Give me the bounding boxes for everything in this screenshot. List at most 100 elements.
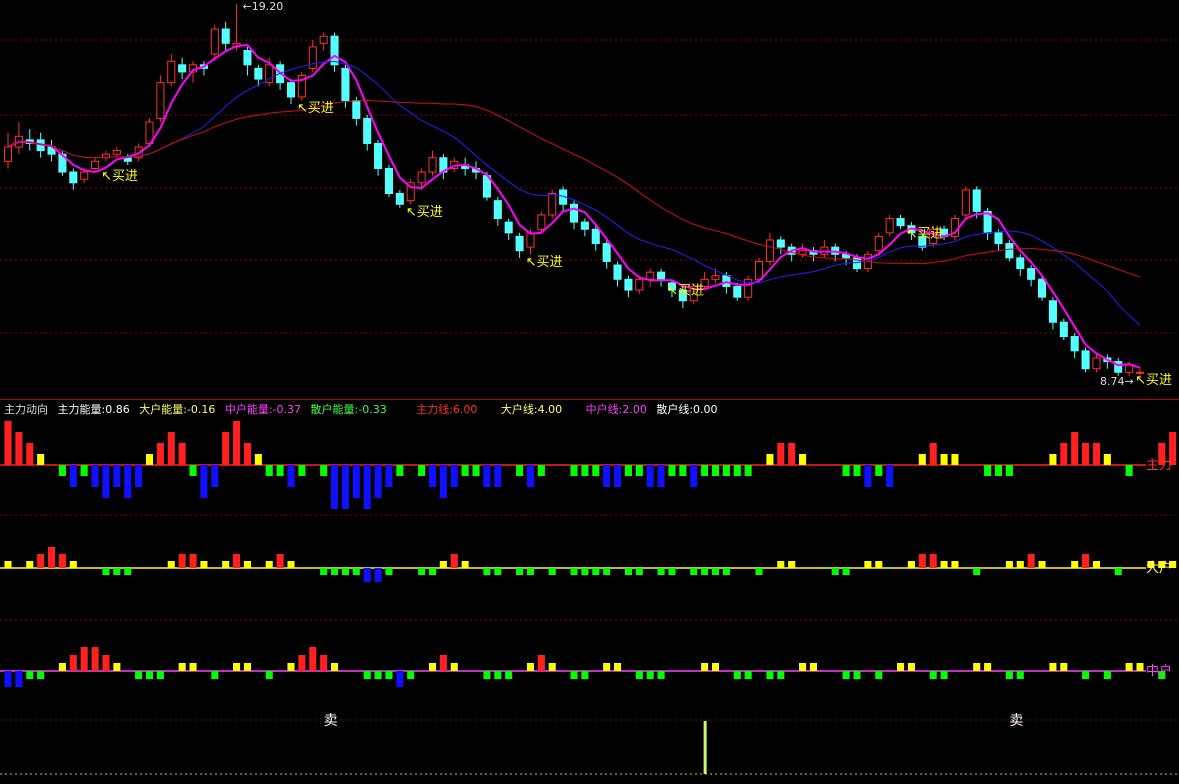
zh-bar	[374, 671, 382, 679]
candle-down	[1059, 321, 1068, 338]
candle-up	[91, 160, 100, 169]
candle-down	[1070, 336, 1079, 352]
zh-bar	[407, 671, 415, 679]
zl-bar	[1060, 443, 1068, 465]
zh-bar	[69, 655, 77, 671]
dh-bar	[113, 568, 121, 575]
zl-bar	[929, 443, 937, 465]
zl-bar	[91, 465, 99, 487]
candle-up	[646, 271, 655, 280]
zl-energy: 主力能量:0.86	[57, 403, 130, 416]
dh-bar	[951, 561, 959, 568]
zl-bar	[200, 465, 208, 498]
dh-bar	[1016, 561, 1024, 568]
zl-bar	[918, 454, 926, 465]
high-price-label: ←19.20	[243, 0, 284, 13]
zh-bar	[907, 663, 915, 671]
dh-bar	[777, 561, 785, 568]
zl-bar	[853, 465, 861, 476]
dh-bar	[668, 568, 676, 575]
dh-bar	[418, 568, 426, 575]
zh-bar	[331, 663, 339, 671]
candle-down	[286, 82, 296, 98]
dh-bar	[385, 568, 393, 575]
zl-bar	[581, 465, 589, 476]
zl-bar	[287, 465, 295, 487]
zl-bar	[679, 465, 687, 476]
zh-bar	[113, 663, 121, 671]
candle-down	[178, 64, 187, 73]
zl-bar	[1071, 432, 1079, 465]
zh-bar	[58, 663, 66, 671]
zl-bar	[1082, 443, 1090, 465]
candle-up	[1125, 364, 1134, 373]
dh-bar	[222, 561, 230, 568]
zl-bar	[994, 465, 1003, 476]
zh-bar	[603, 663, 611, 671]
candle-down	[624, 278, 633, 291]
dh-bar	[102, 568, 110, 575]
zh-bar	[37, 671, 45, 679]
zl-bar	[842, 465, 850, 476]
dh-bar	[875, 561, 883, 568]
candle-up	[961, 189, 970, 216]
zl-bar	[668, 465, 676, 476]
sell-marker: 卖	[324, 713, 338, 729]
dh-bar	[200, 561, 208, 568]
zh-bar	[156, 671, 164, 679]
candle-down	[994, 232, 1003, 245]
zl-bar	[570, 465, 578, 476]
zh-bar	[505, 671, 513, 679]
candle-down	[1038, 278, 1047, 298]
buy-signal-label: ↖买进	[1135, 373, 1172, 388]
dh-bar	[1092, 561, 1100, 568]
zl-bar	[1103, 454, 1111, 465]
dh-bar	[461, 561, 469, 568]
candle-down	[657, 271, 666, 280]
zl-bar	[341, 465, 349, 509]
zh-bar	[189, 663, 197, 671]
dh-bar	[352, 568, 360, 575]
zl-bar	[396, 465, 404, 476]
zl-bar	[864, 465, 872, 487]
zl-bar	[483, 465, 491, 487]
zh-bar	[842, 671, 850, 679]
dh-bar	[1005, 561, 1013, 568]
dh-bar	[331, 568, 339, 575]
dh-bar	[701, 568, 709, 575]
dh-bar	[711, 568, 720, 575]
dh-label: 大户	[1146, 560, 1172, 576]
zl-bar	[744, 465, 752, 476]
zl-bar	[1092, 443, 1100, 465]
dh-bar	[363, 568, 371, 582]
candle-down	[493, 200, 502, 220]
zh-bar	[91, 647, 99, 671]
dh-bar	[1027, 554, 1035, 568]
ma-mid-line	[7, 60, 1141, 326]
zl-bar	[124, 465, 132, 498]
dh-bar	[450, 554, 458, 568]
zl-bar	[374, 465, 382, 498]
candle-down	[613, 264, 622, 280]
zl-bar	[135, 465, 143, 487]
zl-bar	[788, 443, 796, 465]
dh-bar	[526, 568, 534, 575]
buy-signal-label: ↖买进	[907, 226, 944, 241]
chart-annotations: ↖买进 ↖买进 ↖买进 ↖买进 ↖买进 ↖买进 ↖买进 ←19.20 8.74→ 卖 卖	[101, 0, 1172, 774]
dh-bar	[722, 568, 730, 575]
dh-bar	[26, 561, 34, 568]
zl-bar	[4, 421, 12, 465]
zh-bar	[537, 655, 545, 671]
candle-up	[112, 150, 121, 155]
zh-energy: 中户能量:-0.37	[224, 403, 302, 416]
zl-bar	[494, 465, 502, 487]
dh-bar	[243, 561, 251, 568]
zl-bar	[58, 465, 66, 476]
dh-line: 大户线:4.00	[500, 403, 563, 416]
dh-bar	[4, 561, 12, 568]
zl-bar	[624, 465, 632, 476]
candle-up	[526, 232, 535, 248]
zl-bar	[799, 454, 807, 465]
candle-down	[341, 67, 350, 102]
zl-bar	[254, 454, 262, 465]
